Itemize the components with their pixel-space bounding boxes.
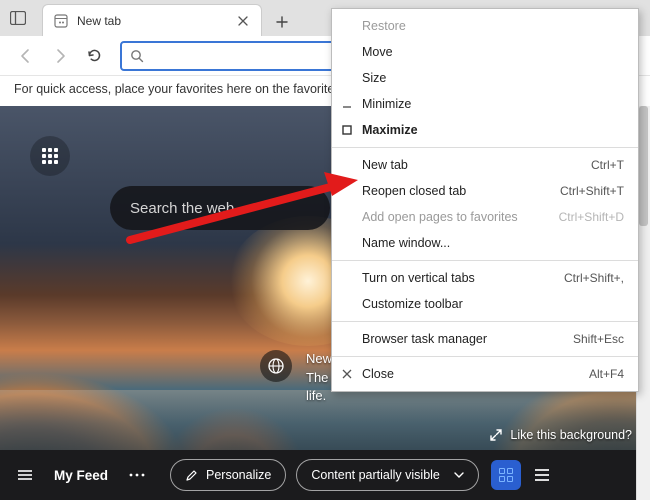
layout-toggle-group bbox=[491, 460, 557, 490]
ctx-item-label: Size bbox=[362, 71, 624, 85]
search-icon bbox=[130, 49, 144, 63]
web-search-placeholder: Search the web bbox=[130, 200, 234, 217]
refresh-button[interactable] bbox=[78, 40, 110, 72]
ctx-item-browser-task-manager[interactable]: Browser task managerShift+Esc bbox=[332, 326, 638, 352]
ctx-item-label: Restore bbox=[362, 19, 624, 33]
minimize-icon bbox=[332, 99, 362, 109]
personalize-label: Personalize bbox=[206, 468, 271, 482]
like-background-label: Like this background? bbox=[510, 428, 632, 442]
ctx-item-maximize[interactable]: Maximize bbox=[332, 117, 638, 143]
ctx-item-label: Customize toolbar bbox=[362, 297, 624, 311]
ctx-item-close[interactable]: CloseAlt+F4 bbox=[332, 361, 638, 387]
ctx-item-label: Add open pages to favorites bbox=[362, 210, 559, 224]
layout-list-button[interactable] bbox=[527, 460, 557, 490]
close-icon bbox=[332, 369, 362, 379]
ctx-item-add-open-pages-to-favorites: Add open pages to favoritesCtrl+Shift+D bbox=[332, 204, 638, 230]
grid-icon bbox=[42, 148, 58, 164]
feed-options-button[interactable] bbox=[122, 460, 152, 490]
layout-grid-button[interactable] bbox=[491, 460, 521, 490]
ctx-item-minimize[interactable]: Minimize bbox=[332, 91, 638, 117]
forward-button[interactable] bbox=[44, 40, 76, 72]
address-input[interactable] bbox=[152, 48, 328, 63]
ctx-item-customize-toolbar[interactable]: Customize toolbar bbox=[332, 291, 638, 317]
ctx-separator bbox=[332, 260, 638, 261]
ctx-item-move[interactable]: Move bbox=[332, 39, 638, 65]
ctx-item-new-tab[interactable]: New tabCtrl+T bbox=[332, 152, 638, 178]
ctx-item-label: Move bbox=[362, 45, 624, 59]
web-search-box[interactable]: Search the web bbox=[110, 186, 330, 230]
ctx-separator bbox=[332, 321, 638, 322]
ctx-item-shortcut: Ctrl+Shift+, bbox=[564, 271, 624, 285]
ctx-item-label: Turn on vertical tabs bbox=[362, 271, 564, 285]
ctx-item-label: Reopen closed tab bbox=[362, 184, 560, 198]
newtab-favicon-icon bbox=[53, 13, 69, 29]
ctx-item-size[interactable]: Size bbox=[332, 65, 638, 91]
pencil-icon bbox=[185, 469, 198, 482]
ctx-item-label: Name window... bbox=[362, 236, 624, 250]
ctx-item-shortcut: Ctrl+Shift+D bbox=[559, 210, 624, 224]
expand-icon bbox=[490, 429, 502, 441]
ctx-item-label: Browser task manager bbox=[362, 332, 573, 346]
address-bar[interactable] bbox=[120, 41, 338, 71]
ctx-item-shortcut: Ctrl+T bbox=[591, 158, 624, 172]
grid-layout-icon bbox=[499, 468, 513, 482]
personalize-button[interactable]: Personalize bbox=[170, 459, 286, 491]
feed-label: My Feed bbox=[54, 468, 108, 483]
scrollbar-thumb[interactable] bbox=[639, 106, 648, 226]
back-button[interactable] bbox=[10, 40, 42, 72]
globe-icon bbox=[260, 350, 292, 382]
ctx-item-label: New tab bbox=[362, 158, 591, 172]
tab-close-button[interactable] bbox=[235, 13, 251, 29]
ctx-item-name-window[interactable]: Name window... bbox=[332, 230, 638, 256]
tab-title: New tab bbox=[77, 14, 235, 28]
new-tab-button[interactable] bbox=[268, 8, 296, 36]
ctx-item-turn-on-vertical-tabs[interactable]: Turn on vertical tabsCtrl+Shift+, bbox=[332, 265, 638, 291]
ctx-separator bbox=[332, 147, 638, 148]
chevron-down-icon bbox=[454, 472, 464, 478]
content-visibility-label: Content partially visible bbox=[311, 468, 440, 482]
browser-window: New tab F bbox=[0, 0, 650, 500]
content-visibility-dropdown[interactable]: Content partially visible bbox=[296, 459, 479, 491]
tab[interactable]: New tab bbox=[42, 4, 262, 36]
list-layout-icon bbox=[535, 469, 549, 481]
ctx-item-shortcut: Ctrl+Shift+T bbox=[560, 184, 624, 198]
ctx-separator bbox=[332, 356, 638, 357]
bottom-bar: My Feed Personalize Content partially vi… bbox=[0, 450, 650, 500]
ctx-item-label: Maximize bbox=[362, 123, 624, 137]
title-bar-context-menu: RestoreMoveSizeMinimizeMaximizeNew tabCt… bbox=[331, 8, 639, 392]
ctx-item-shortcut: Shift+Esc bbox=[573, 332, 624, 346]
apps-launcher-button[interactable] bbox=[30, 136, 70, 176]
ctx-item-shortcut: Alt+F4 bbox=[589, 367, 624, 381]
tab-actions-button[interactable] bbox=[0, 0, 36, 36]
ctx-item-reopen-closed-tab[interactable]: Reopen closed tabCtrl+Shift+T bbox=[332, 178, 638, 204]
menu-button[interactable] bbox=[10, 460, 40, 490]
ctx-item-restore: Restore bbox=[332, 13, 638, 39]
maximize-icon bbox=[332, 125, 362, 135]
like-background-link[interactable]: Like this background? bbox=[490, 428, 632, 442]
ctx-item-label: Close bbox=[362, 367, 589, 381]
ctx-item-label: Minimize bbox=[362, 97, 624, 111]
